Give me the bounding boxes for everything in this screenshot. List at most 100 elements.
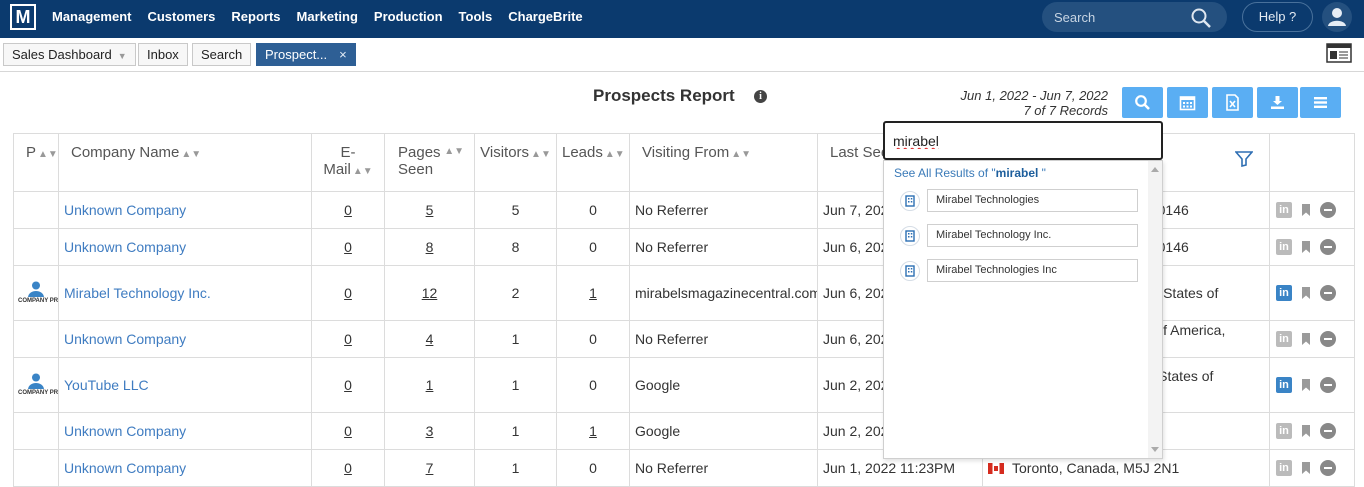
company-profile-badge[interactable]: COMPANY PROFILE <box>18 373 58 397</box>
search-icon[interactable] <box>1190 7 1212 29</box>
pages-seen-link[interactable]: 8 <box>426 239 434 255</box>
pages-seen-link[interactable]: 5 <box>426 202 434 218</box>
menu-item-customers[interactable]: Customers <box>147 0 215 38</box>
search-button[interactable] <box>1122 87 1163 118</box>
column-header-email[interactable]: E-Mail ▲▼ <box>311 133 385 192</box>
profile-cell <box>13 449 59 487</box>
options-menu-button[interactable] <box>1300 87 1341 118</box>
see-all-results-link[interactable]: See All Results of "mirabel " <box>894 166 1046 180</box>
bookmark-icon[interactable] <box>1301 378 1311 392</box>
menu-item-management[interactable]: Management <box>52 0 131 38</box>
visiting-from-cell: No Referrer <box>629 320 818 358</box>
tab-sales-dashboard[interactable]: Sales Dashboard ▼ <box>3 43 136 66</box>
company-search-input[interactable] <box>893 131 1143 151</box>
page-title: Prospects Report <box>593 86 735 105</box>
referrer-value: No Referrer <box>635 239 709 255</box>
email-count-link[interactable]: 0 <box>344 239 352 255</box>
user-menu-button[interactable] <box>1322 2 1352 32</box>
bookmark-icon[interactable] <box>1301 424 1311 438</box>
remove-icon[interactable] <box>1320 239 1336 255</box>
email-count-link[interactable]: 0 <box>344 423 352 439</box>
email-count-link[interactable]: 0 <box>344 460 352 476</box>
leads-value: 0 <box>589 202 597 218</box>
menu-item-marketing[interactable]: Marketing <box>297 0 358 38</box>
search-result-item[interactable]: Mirabel Technology Inc. <box>900 224 1138 247</box>
menu-item-reports[interactable]: Reports <box>231 0 280 38</box>
pages-seen-link[interactable]: 3 <box>426 423 434 439</box>
email-count-link[interactable]: 0 <box>344 331 352 347</box>
filter-icon[interactable] <box>1235 151 1253 167</box>
leads-cell: 0 <box>556 357 630 413</box>
company-name-link[interactable]: Unknown Company <box>64 202 186 218</box>
email-count-link[interactable]: 0 <box>344 377 352 393</box>
column-header-p[interactable]: P ▲▼ <box>13 133 59 192</box>
column-header-visitors[interactable]: Visitors ▲▼ <box>474 133 557 192</box>
pages-seen-link[interactable]: 1 <box>426 377 434 393</box>
dropdown-scrollbar[interactable] <box>1148 161 1162 458</box>
company-profile-badge[interactable]: COMPANY PROFILE <box>18 281 58 305</box>
search-icon <box>1135 95 1150 110</box>
layout-toggle-icon[interactable] <box>1326 43 1352 63</box>
company-name-link[interactable]: Mirabel Technology Inc. <box>64 285 211 301</box>
visitors-value: 1 <box>511 331 520 347</box>
leads-value: 0 <box>589 239 597 255</box>
company-name-link[interactable]: Unknown Company <box>64 423 186 439</box>
search-result-item[interactable]: Mirabel Technologies Inc <box>900 259 1138 282</box>
column-header-leads[interactable]: Leads ▲▼ <box>556 133 630 192</box>
column-header-visiting-from[interactable]: Visiting From ▲▼ <box>629 133 818 192</box>
menu-item-production[interactable]: Production <box>374 0 443 38</box>
menu-item-tools[interactable]: Tools <box>459 0 493 38</box>
remove-icon[interactable] <box>1320 285 1336 301</box>
menu-item-chargebrite[interactable]: ChargeBrite <box>508 0 582 38</box>
company-name-link[interactable]: Unknown Company <box>64 239 186 255</box>
export-excel-button[interactable] <box>1212 87 1253 118</box>
info-icon[interactable]: i <box>754 90 767 103</box>
visitors-cell: 1 <box>474 357 557 413</box>
bookmark-icon[interactable] <box>1301 203 1311 217</box>
linkedin-icon[interactable]: in <box>1276 285 1292 301</box>
tab-prospects[interactable]: Prospect... × <box>256 43 356 66</box>
column-header-pages-seen[interactable]: Pages Seen ▲▼ <box>384 133 475 192</box>
remove-icon[interactable] <box>1320 331 1336 347</box>
leads-link[interactable]: 1 <box>589 285 597 301</box>
pages-seen-link[interactable]: 7 <box>426 460 434 476</box>
help-button[interactable]: Help ? <box>1242 2 1313 32</box>
person-icon <box>28 373 44 389</box>
bookmark-icon[interactable] <box>1301 461 1311 475</box>
bookmark-icon[interactable] <box>1301 240 1311 254</box>
remove-icon[interactable] <box>1320 202 1336 218</box>
bookmark-icon[interactable] <box>1301 286 1311 300</box>
app-logo[interactable]: M <box>10 4 36 30</box>
bookmark-icon[interactable] <box>1301 332 1311 346</box>
linkedin-icon[interactable]: in <box>1276 377 1292 393</box>
download-button[interactable] <box>1257 87 1298 118</box>
tab-inbox[interactable]: Inbox <box>138 43 188 66</box>
company-name-link[interactable]: Unknown Company <box>64 331 186 347</box>
column-header-company[interactable]: Company Name ▲▼ <box>58 133 312 192</box>
company-name-link[interactable]: Unknown Company <box>64 460 186 476</box>
tab-label: Inbox <box>147 47 179 62</box>
close-icon[interactable]: × <box>339 47 347 62</box>
linkedin-icon[interactable]: in <box>1276 460 1292 476</box>
email-count-link[interactable]: 0 <box>344 285 352 301</box>
search-result-item[interactable]: Mirabel Technologies <box>900 189 1138 212</box>
global-search-input[interactable] <box>1054 2 1184 32</box>
tab-label: Sales Dashboard <box>12 47 112 62</box>
tab-search[interactable]: Search <box>192 43 252 66</box>
leads-cell: 0 <box>556 449 630 487</box>
pages-seen-link[interactable]: 4 <box>426 331 434 347</box>
referrer-value: mirabelsmagazinecentral.com <box>635 285 818 301</box>
calendar-button[interactable] <box>1167 87 1208 118</box>
pages-seen-link[interactable]: 12 <box>422 285 438 301</box>
remove-icon[interactable] <box>1320 377 1336 393</box>
linkedin-icon[interactable]: in <box>1276 423 1292 439</box>
linkedin-icon[interactable]: in <box>1276 202 1292 218</box>
email-cell: 0 <box>311 265 385 321</box>
remove-icon[interactable] <box>1320 460 1336 476</box>
linkedin-icon[interactable]: in <box>1276 331 1292 347</box>
email-count-link[interactable]: 0 <box>344 202 352 218</box>
company-name-link[interactable]: YouTube LLC <box>64 377 149 393</box>
linkedin-icon[interactable]: in <box>1276 239 1292 255</box>
leads-link[interactable]: 1 <box>589 423 597 439</box>
remove-icon[interactable] <box>1320 423 1336 439</box>
